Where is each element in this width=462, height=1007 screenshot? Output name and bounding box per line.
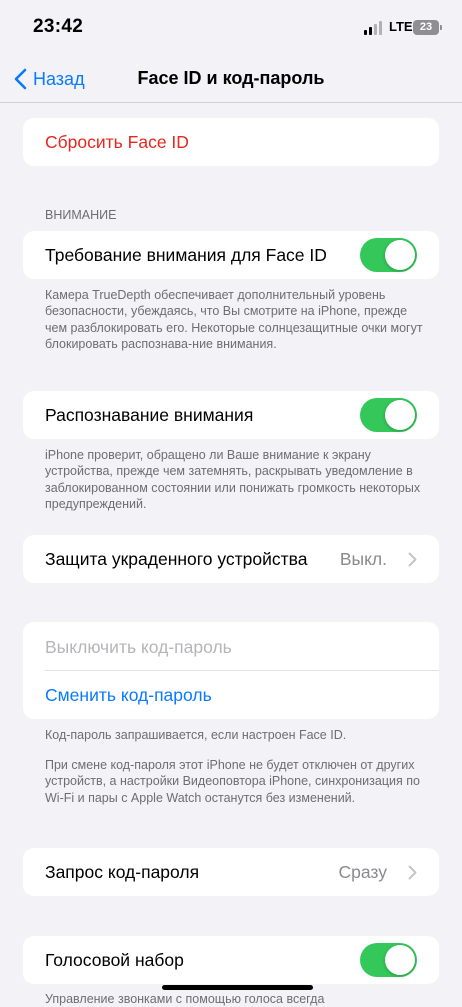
battery-level: 23: [419, 21, 433, 33]
passcode-group: Выключить код-пароль Сменить код-пароль: [23, 622, 439, 719]
turn-off-passcode-button[interactable]: Выключить код-пароль: [45, 637, 232, 658]
toggle-knob: [385, 240, 415, 270]
attention-aware-footer: iPhone проверит, обращено ли Ваше вниман…: [45, 448, 421, 511]
voice-dial-toggle[interactable]: [360, 943, 417, 977]
chevron-right-icon: [408, 865, 417, 880]
reset-face-id-button[interactable]: Сбросить Face ID: [23, 118, 439, 166]
home-indicator[interactable]: [162, 985, 313, 990]
attention-section-header: ВНИМАНИЕ: [45, 208, 117, 222]
attention-aware-row: Распознавание внимания: [23, 391, 439, 439]
toggle-knob: [385, 400, 415, 430]
attention-aware-toggle[interactable]: [360, 398, 417, 432]
require-passcode-row[interactable]: Запрос код-пароля Сразу: [23, 848, 439, 896]
attention-aware-label: Распознавание внимания: [45, 405, 254, 425]
require-attention-row: Требование внимания для Face ID: [23, 231, 439, 279]
require-attention-footer: Камера TrueDepth обеспечивает дополнител…: [45, 288, 423, 351]
battery-icon: 23: [413, 20, 439, 35]
stolen-device-protection-row[interactable]: Защита украденного устройства Выкл.: [23, 535, 439, 583]
stolen-device-protection-value: Выкл.: [339, 549, 387, 569]
change-passcode-button[interactable]: Сменить код-пароль: [45, 685, 212, 706]
status-bar: 23:42 LTE 23: [0, 0, 462, 56]
page-title: Face ID и код-пароль: [137, 68, 325, 88]
divider: [45, 670, 439, 671]
network-type: LTE: [389, 19, 413, 34]
require-passcode-value: Сразу: [338, 862, 387, 882]
voice-dial-label: Голосовой набор: [45, 950, 184, 970]
voice-dial-row: Голосовой набор: [23, 936, 439, 984]
chevron-right-icon: [408, 552, 417, 567]
toggle-knob: [385, 945, 415, 975]
cellular-signal-icon: [364, 21, 384, 35]
require-passcode-label: Запрос код-пароля: [45, 862, 200, 882]
passcode-footer-2: При смене код-пароля этот iPhone не буде…: [45, 758, 420, 805]
require-attention-label: Требование внимания для Face ID: [45, 245, 327, 265]
require-attention-toggle[interactable]: [360, 238, 417, 272]
navigation-bar: Назад Face ID и код-пароль: [0, 56, 462, 103]
stolen-device-protection-label: Защита украденного устройства: [45, 549, 308, 569]
status-time: 23:42: [33, 16, 84, 37]
battery-tip: [440, 25, 442, 30]
passcode-footer-1: Код-пароль запрашивается, если настроен …: [45, 728, 347, 742]
reset-face-id-label: Сбросить Face ID: [45, 132, 189, 152]
voice-dial-footer: Управление звонками с помощью голоса все…: [45, 992, 325, 1006]
